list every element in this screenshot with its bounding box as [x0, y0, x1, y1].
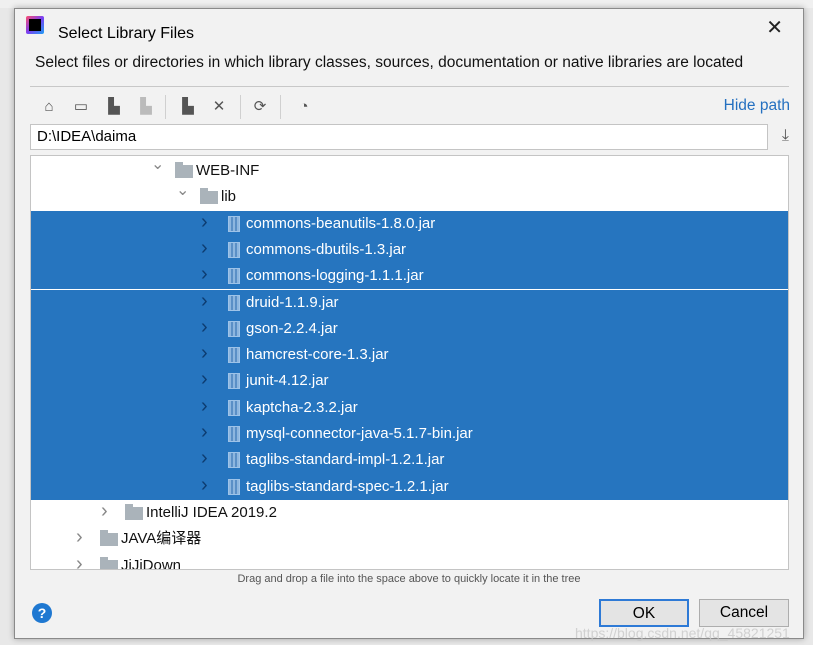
- tree-row-label: druid-1.1.9.jar: [246, 293, 339, 311]
- chevron-right-icon[interactable]: ›: [201, 445, 211, 471]
- folder-icon: [100, 530, 118, 547]
- delete-icon[interactable]: ✕: [209, 97, 229, 117]
- tree-row[interactable]: › commons-dbutils-1.3.jar: [31, 235, 788, 264]
- dialog-title: Select Library Files: [58, 25, 195, 42]
- drag-drop-hint: Drag and drop a file into the space abov…: [237, 573, 581, 585]
- jar-icon: [228, 347, 240, 364]
- tree-row[interactable]: › hamcrest-core-1.3.jar: [31, 340, 788, 369]
- help-icon[interactable]: ?: [32, 603, 52, 623]
- tree-row[interactable]: › junit-4.12.jar: [31, 366, 788, 395]
- tree-row[interactable]: › druid-1.1.9.jar: [31, 288, 788, 316]
- chevron-right-icon[interactable]: ›: [201, 288, 211, 314]
- tree-row-label: taglibs-standard-spec-1.2.1.jar: [246, 477, 449, 495]
- tree-row-label: commons-logging-1.1.1.jar: [246, 267, 424, 285]
- tree-row-label: hamcrest-core-1.3.jar: [246, 346, 389, 364]
- dialog-description: Select files or directories in which lib…: [35, 54, 744, 71]
- chevron-right-icon[interactable]: ›: [76, 551, 86, 570]
- folder-icon: [200, 188, 218, 205]
- select-library-files-dialog: Select Library Files ✕ Select files or d…: [14, 8, 804, 641]
- tree-row-label: gson-2.2.4.jar: [246, 319, 338, 337]
- module-icon[interactable]: ▙: [136, 97, 156, 117]
- chevron-right-icon[interactable]: ›: [201, 209, 211, 235]
- chevron-right-icon[interactable]: ›: [101, 498, 111, 524]
- folder-icon: [125, 503, 143, 520]
- new-folder-icon[interactable]: ▙: [178, 97, 198, 117]
- jar-icon: [228, 268, 240, 285]
- jar-icon: [228, 426, 240, 442]
- tree-row[interactable]: ⌄ lib: [31, 182, 788, 210]
- tree-row[interactable]: ⌄ WEB-INF: [31, 156, 788, 184]
- intellij-logo-icon: [26, 16, 44, 34]
- tree-row-label: JiJiDown: [121, 556, 182, 570]
- folder-icon: [175, 162, 193, 178]
- chevron-down-icon[interactable]: ⌄: [151, 156, 164, 178]
- tree-row[interactable]: › commons-beanutils-1.8.0.jar: [31, 209, 788, 237]
- chevron-right-icon[interactable]: ›: [201, 419, 211, 445]
- download-icon[interactable]: ⤓: [782, 127, 789, 145]
- ok-button[interactable]: OK: [599, 599, 689, 627]
- tree-row[interactable]: › commons-logging-1.1.1.jar: [31, 261, 788, 290]
- show-hidden-icon[interactable]: ◔: [294, 97, 314, 117]
- chevron-right-icon[interactable]: ›: [201, 393, 211, 419]
- close-icon[interactable]: ✕: [766, 15, 783, 40]
- jar-icon: [228, 373, 240, 390]
- hide-path-link[interactable]: Hide path: [724, 97, 790, 115]
- tree-row[interactable]: › gson-2.2.4.jar: [31, 314, 788, 343]
- tree-row[interactable]: › kaptcha-2.3.2.jar: [31, 393, 788, 421]
- tree-row-label: commons-dbutils-1.3.jar: [246, 240, 407, 258]
- tree-row-label: mysql-connector-java-5.1.7-bin.jar: [246, 425, 473, 442]
- toolbar-separator: [280, 95, 281, 119]
- divider: [30, 86, 789, 87]
- refresh-icon[interactable]: ⟳: [250, 97, 270, 117]
- tree-row[interactable]: › IntelliJ IDEA 2019.2: [31, 500, 788, 526]
- jar-icon: [228, 399, 240, 416]
- jar-icon: [228, 452, 240, 469]
- toolbar-separator: [165, 95, 166, 119]
- jar-icon: [228, 478, 240, 495]
- tree-row-label: lib: [221, 188, 237, 206]
- tree-row[interactable]: › JAVA编译器: [31, 526, 788, 552]
- desktop-icon[interactable]: ▭: [71, 97, 91, 117]
- file-tree[interactable]: › JiJiDown › JAVA编译器 › IntelliJ IDEA 2019.2 › t…: [30, 155, 789, 570]
- tree-row-label: IntelliJ IDEA 2019.2: [146, 503, 277, 521]
- chevron-right-icon[interactable]: ›: [201, 261, 211, 287]
- home-icon[interactable]: ⌂: [39, 97, 59, 117]
- cancel-button[interactable]: Cancel: [699, 599, 789, 627]
- tree-row-label: junit-4.12.jar: [246, 372, 329, 390]
- chevron-right-icon[interactable]: ›: [201, 366, 211, 392]
- tree-row[interactable]: › taglibs-standard-spec-1.2.1.jar: [31, 472, 788, 500]
- chevron-right-icon[interactable]: ›: [201, 340, 211, 366]
- watermark: https://blog.csdn.net/qq_45821251: [575, 625, 790, 641]
- tree-row-label: WEB-INF: [196, 162, 260, 179]
- path-input[interactable]: D:\IDEA\daima: [30, 124, 768, 150]
- chevron-right-icon[interactable]: ›: [201, 472, 211, 498]
- tree-row-label: kaptcha-2.3.2.jar: [246, 398, 358, 416]
- tree-row[interactable]: › taglibs-standard-impl-1.2.1.jar: [31, 445, 788, 474]
- tree-row-label: JAVA编译器: [121, 530, 202, 548]
- tree-row-label: taglibs-standard-impl-1.2.1.jar: [246, 451, 445, 469]
- jar-icon: [228, 294, 240, 311]
- tree-row-label: commons-beanutils-1.8.0.jar: [246, 214, 436, 232]
- chevron-right-icon[interactable]: ›: [201, 314, 211, 340]
- tree-row[interactable]: › mysql-connector-java-5.1.7-bin.jar: [31, 419, 788, 448]
- folder-icon: [100, 556, 118, 569]
- jar-icon: [228, 215, 240, 232]
- jar-icon: [228, 320, 240, 337]
- chevron-right-icon[interactable]: ›: [76, 524, 86, 550]
- toolbar-separator: [240, 95, 241, 119]
- background-ide: [0, 0, 813, 8]
- jar-icon: [228, 241, 240, 258]
- tree-row[interactable]: › JiJiDown: [31, 551, 788, 570]
- project-icon[interactable]: ▙: [104, 97, 124, 117]
- chevron-right-icon[interactable]: ›: [201, 235, 211, 261]
